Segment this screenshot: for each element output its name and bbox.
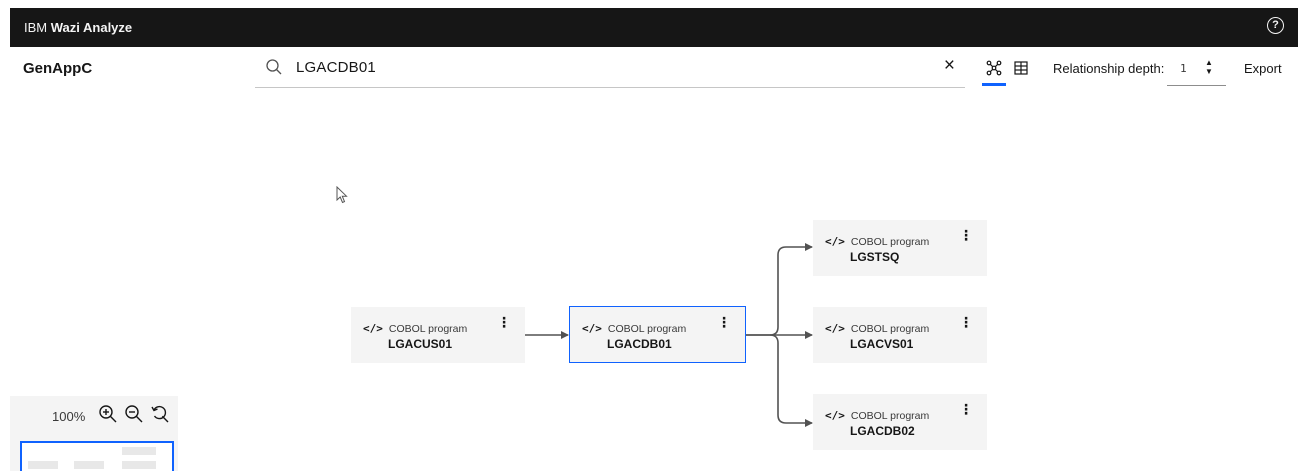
node-type-text: COBOL program bbox=[607, 322, 687, 335]
graph-node[interactable]: </> COBOL program LGACVS01 ⋮ bbox=[813, 307, 987, 363]
code-icon: </> bbox=[363, 322, 383, 335]
relationship-edges bbox=[525, 243, 813, 427]
node-type-label: </> COBOL program bbox=[363, 322, 467, 335]
node-name: LGACDB02 bbox=[850, 424, 915, 438]
graph-node[interactable]: </> COBOL program LGACUS01 ⋮ bbox=[351, 307, 525, 363]
graph-node-selected[interactable]: </> COBOL program LGACDB01 ⋮ bbox=[569, 306, 746, 363]
edge-lgacdb01-lgacdb02 bbox=[769, 334, 813, 427]
code-icon: </> bbox=[825, 322, 845, 335]
zoom-level: 100% bbox=[52, 409, 86, 424]
zoom-panel: 100% bbox=[10, 396, 178, 471]
code-icon: </> bbox=[825, 235, 845, 248]
node-name: LGACUS01 bbox=[388, 337, 453, 351]
reset-zoom-icon[interactable] bbox=[150, 404, 170, 424]
node-type-label: </> COBOL program bbox=[825, 409, 929, 422]
node-type-label: </> COBOL program bbox=[825, 235, 929, 248]
edge-lgacdb01-lgstsq bbox=[746, 243, 813, 336]
graph-node[interactable]: </> COBOL program LGSTSQ ⋮ bbox=[813, 220, 987, 276]
zoom-in-icon[interactable] bbox=[98, 404, 118, 424]
node-type-text: COBOL program bbox=[850, 322, 930, 335]
minimap-node bbox=[122, 447, 156, 455]
minimap-node bbox=[28, 461, 58, 469]
node-name: LGACDB01 bbox=[607, 337, 672, 351]
overflow-menu-icon[interactable]: ⋮ bbox=[717, 315, 731, 329]
node-type-text: COBOL program bbox=[388, 322, 468, 335]
zoom-out-icon[interactable] bbox=[124, 404, 144, 424]
node-type-label: </> COBOL program bbox=[825, 322, 929, 335]
node-type-text: COBOL program bbox=[850, 409, 930, 422]
graph-node[interactable]: </> COBOL program LGACDB02 ⋮ bbox=[813, 394, 987, 450]
node-type-text: COBOL program bbox=[850, 235, 930, 248]
node-name: LGACVS01 bbox=[850, 337, 914, 351]
graph-minimap[interactable] bbox=[20, 441, 174, 471]
code-icon: </> bbox=[582, 322, 602, 335]
code-icon: </> bbox=[825, 409, 845, 422]
node-type-label: </> COBOL program bbox=[582, 322, 686, 335]
overflow-menu-icon[interactable]: ⋮ bbox=[497, 315, 511, 329]
node-name: LGSTSQ bbox=[850, 250, 900, 264]
overflow-menu-icon[interactable]: ⋮ bbox=[959, 402, 973, 416]
minimap-node bbox=[122, 461, 156, 469]
minimap-node bbox=[74, 461, 104, 469]
overflow-menu-icon[interactable]: ⋮ bbox=[959, 228, 973, 242]
overflow-menu-icon[interactable]: ⋮ bbox=[959, 315, 973, 329]
